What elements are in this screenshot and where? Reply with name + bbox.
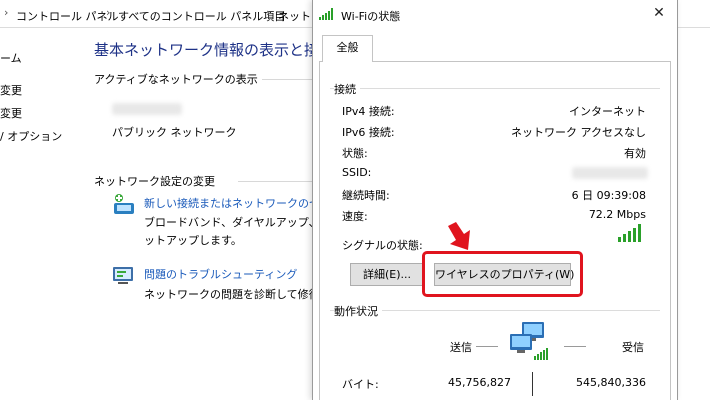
- sent-label: 送信: [450, 341, 472, 354]
- signal-quality-label: シグナルの状態:: [342, 239, 423, 252]
- media-state-value: 有効: [624, 147, 646, 160]
- sidebar-item-adapter-settings[interactable]: 変更: [0, 82, 22, 98]
- divider: [238, 181, 312, 182]
- network-type: パブリック ネットワーク: [112, 126, 237, 139]
- signal-strength-icon: [618, 224, 641, 242]
- sent-dash: [476, 346, 498, 347]
- network-computers-icon: [510, 322, 548, 360]
- bytes-label: バイト:: [342, 378, 379, 391]
- sidebar-item-home[interactable]: ーム: [0, 50, 22, 66]
- ssid-value-blurred: [572, 167, 648, 179]
- breadcrumb-all-items[interactable]: すべてのコントロール パネル項目: [118, 8, 285, 24]
- troubleshoot-icon: [113, 267, 133, 284]
- wifi-signal-icon: [319, 8, 333, 20]
- ipv4-value: インターネット: [569, 105, 646, 118]
- breadcrumb-separator-icon: ›: [4, 6, 9, 19]
- breadcrumb-separator-icon: ›: [106, 6, 111, 19]
- duration-label: 継続時間:: [342, 189, 390, 202]
- change-settings-heading: ネットワーク設定の変更: [94, 175, 215, 188]
- ipv6-label: IPv6 接続:: [342, 126, 395, 139]
- media-state-label: 状態:: [342, 147, 368, 160]
- tab-panel-general: 接続 IPv4 接続: インターネット IPv6 接続: ネットワーク アクセス…: [319, 61, 671, 400]
- bytes-received-value: 545,840,336: [576, 376, 646, 389]
- group-divider: [330, 88, 660, 89]
- network-setup-icon: [114, 194, 134, 214]
- highlight-box: [422, 251, 583, 297]
- ipv6-value: ネットワーク アクセスなし: [511, 126, 646, 139]
- red-arrow-annotation-icon: [448, 222, 470, 250]
- breadcrumb-separator-icon: ›: [266, 6, 271, 19]
- received-label: 受信: [622, 341, 644, 354]
- breadcrumb-control-panel[interactable]: コントロール パネル: [16, 8, 119, 24]
- page-title: 基本ネットワーク情報の表示と接続の: [94, 41, 350, 59]
- received-dash: [564, 346, 586, 347]
- connection-group-label: 接続: [334, 81, 360, 97]
- dialog-title: Wi-Fiの状態: [341, 10, 401, 23]
- sidebar-item-sharing-settings[interactable]: 変更: [0, 105, 22, 121]
- speed-value: 72.2 Mbps: [588, 208, 646, 221]
- details-button[interactable]: 詳細(E)...: [350, 263, 424, 286]
- duration-value: 6 日 09:39:08: [571, 189, 646, 202]
- network-name-blurred: [112, 103, 182, 115]
- active-networks-heading: アクティブなネットワークの表示: [94, 73, 258, 86]
- wifi-status-dialog: Wi-Fiの状態 ✕ 全般 接続 IPv4 接続: インターネット IPv6 接…: [312, 0, 678, 400]
- divider: [262, 79, 312, 80]
- bytes-divider: [532, 372, 533, 396]
- close-icon[interactable]: ✕: [651, 5, 667, 21]
- ipv4-label: IPv4 接続:: [342, 105, 395, 118]
- bytes-sent-value: 45,756,827: [448, 376, 511, 389]
- tab-general[interactable]: 全般: [322, 35, 373, 62]
- activity-group-label: 動作状況: [334, 303, 382, 319]
- new-connection-description: ットアップします。: [144, 234, 242, 247]
- ssid-label: SSID:: [342, 166, 372, 179]
- speed-label: 速度:: [342, 210, 368, 223]
- troubleshoot-link[interactable]: 問題のトラブルシューティング: [144, 266, 297, 282]
- sidebar-item-options[interactable]: / オプション: [0, 128, 62, 144]
